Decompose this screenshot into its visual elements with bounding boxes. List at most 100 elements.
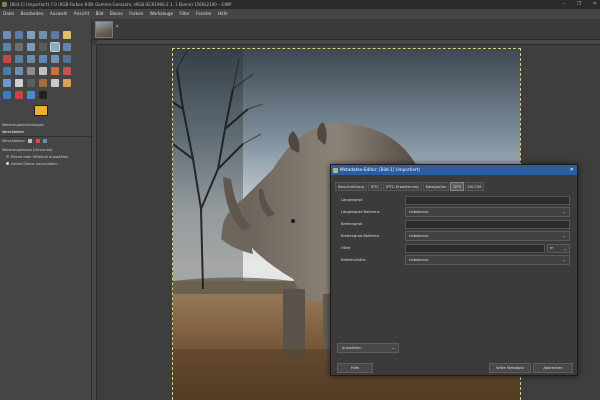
menu-hilfe[interactable]: Hilfe xyxy=(218,11,228,16)
measure-tool-icon[interactable] xyxy=(39,43,47,51)
toolbox-panel: Werkzeugeinstellungen Verschieben Versch… xyxy=(0,19,92,400)
help-button[interactable]: Hilfe xyxy=(337,363,373,373)
auswaehlen-label: Auswählen xyxy=(342,346,362,350)
paintbrush-tool-icon[interactable] xyxy=(63,67,71,75)
breitengrad-input[interactable] xyxy=(405,220,570,229)
free-select-tool-icon[interactable] xyxy=(27,31,35,39)
perspective-tool-icon[interactable] xyxy=(51,55,59,63)
ink-tool-icon[interactable] xyxy=(27,79,35,87)
dialog-title-bar[interactable]: Metadaten-Editor: [Bild-1] (importiert) … xyxy=(331,165,577,175)
menu-ebene[interactable]: Ebene xyxy=(110,11,123,16)
referenzhoehe-label: Referenzhöhe xyxy=(341,258,366,262)
color-picker-tool-icon[interactable] xyxy=(15,43,23,51)
laengengrad-ref-label: Längengrad-Referenz xyxy=(341,210,380,214)
scale-tool-icon[interactable] xyxy=(27,55,35,63)
zoom-tool-icon[interactable] xyxy=(27,43,35,51)
metadata-tabs: Beschreibung IPTC IPTC-Erweiterung Kategori… xyxy=(335,182,485,191)
path-mode-icon[interactable] xyxy=(42,139,47,143)
radio-pick-layer[interactable]: Ebene oder Hilfslinie auswählen xyxy=(2,155,68,159)
radio-selected-icon[interactable] xyxy=(6,162,9,165)
menu-datei[interactable]: Datei xyxy=(3,11,14,16)
window-title-bar: [Bild-1] (importiert)-7.0 (RGB-Farben 8-… xyxy=(0,0,600,9)
chevron-down-icon: ⌄ xyxy=(562,209,566,214)
menu-werkzeuge[interactable]: Werkzeuge xyxy=(150,11,173,16)
dodge-burn-tool-icon[interactable] xyxy=(15,91,23,99)
radio-icon[interactable] xyxy=(6,155,9,158)
color-swatches[interactable] xyxy=(34,105,56,123)
tab-beschreibung[interactable]: Beschreibung xyxy=(335,182,367,191)
move-tool-icon[interactable] xyxy=(50,42,60,52)
bucket-fill-tool-icon[interactable] xyxy=(63,79,71,87)
menu-bild[interactable]: Bild xyxy=(96,11,104,16)
radio-move-active-label: Aktive Ebene verschieben xyxy=(11,162,58,166)
tab-kategorien[interactable]: Kategorien xyxy=(422,182,450,191)
laengengrad-ref-value: Unbekannt xyxy=(409,210,429,214)
selection-mode-icon[interactable] xyxy=(35,139,40,143)
rotate-tool-icon[interactable] xyxy=(15,55,23,63)
clone-tool-icon[interactable] xyxy=(39,79,47,87)
hoehe-label: Höhe xyxy=(341,246,351,250)
move-option-text: Verschieben: xyxy=(2,139,26,143)
minimize-icon[interactable]: – xyxy=(563,1,566,7)
tab-iptc[interactable]: IPTC xyxy=(367,182,383,191)
align-tool-icon[interactable] xyxy=(63,43,71,51)
close-image-icon[interactable]: ✕ xyxy=(115,24,119,30)
menu-fenster[interactable]: Fenster xyxy=(196,11,212,16)
gradient-tool-icon[interactable] xyxy=(3,91,11,99)
airbrush-tool-icon[interactable] xyxy=(15,79,23,87)
cancel-button[interactable]: Abbrechen xyxy=(533,363,573,373)
gimp-icon xyxy=(2,2,7,7)
paths-tool-icon[interactable] xyxy=(3,43,11,51)
foreground-select-tool-icon[interactable] xyxy=(63,31,71,39)
laengengrad-ref-select[interactable]: Unbekannt ⌄ xyxy=(405,207,570,217)
menu-bar: Datei Bearbeiten Auswahl Ansicht Bild Eb… xyxy=(0,9,600,19)
auswaehlen-dropdown[interactable]: Auswählen ⌄ xyxy=(337,343,399,353)
window-title: [Bild-1] (importiert)-7.0 (RGB-Farben 8-… xyxy=(10,2,232,7)
radio-move-active[interactable]: Aktive Ebene verschieben xyxy=(2,162,58,166)
dialog-close-icon[interactable]: ✕ xyxy=(570,165,574,175)
scissors-tool-icon[interactable] xyxy=(51,31,59,39)
breitengrad-label: Breitengrad xyxy=(341,222,363,226)
menu-bearbeiten[interactable]: Bearbeiten xyxy=(21,11,44,16)
menu-auswahl[interactable]: Auswahl xyxy=(50,11,68,16)
close-window-icon[interactable]: ✕ xyxy=(593,1,597,7)
dialog-icon xyxy=(333,167,338,173)
layer-mode-icon[interactable] xyxy=(28,139,33,143)
hoehe-input[interactable] xyxy=(405,244,545,253)
maximize-icon[interactable]: ❐ xyxy=(577,1,581,7)
tool-options-name: Verschieben xyxy=(2,130,24,134)
referenzhoehe-select[interactable]: Unbekannt ⌄ xyxy=(405,255,570,265)
blur-tool-icon[interactable] xyxy=(27,91,35,99)
foreground-color-swatch[interactable] xyxy=(34,105,48,116)
breitengrad-ref-select[interactable]: Unbekannt ⌄ xyxy=(405,231,570,241)
eraser-tool-icon[interactable] xyxy=(3,79,11,87)
mypaint-tool-icon[interactable] xyxy=(39,91,47,99)
text-tool-icon[interactable] xyxy=(27,67,35,75)
cage-tool-icon[interactable] xyxy=(3,67,11,75)
tab-gps[interactable]: GPS xyxy=(450,182,465,191)
tab-iptc-erweiterung[interactable]: IPTC-Erweiterung xyxy=(383,182,422,191)
tool-mode-toggle-label: Werkzeugmodus (Umschalt) xyxy=(2,148,53,152)
ellipse-select-tool-icon[interactable] xyxy=(15,31,23,39)
laengengrad-input[interactable] xyxy=(405,196,570,205)
fuzzy-select-tool-icon[interactable] xyxy=(39,31,47,39)
menu-farben[interactable]: Farben xyxy=(129,11,143,16)
smudge-tool-icon[interactable] xyxy=(51,79,59,87)
tab-dicom[interactable]: DICOM xyxy=(465,182,484,191)
write-metadata-button[interactable]: Write Metadata xyxy=(489,363,531,373)
crop-tool-icon[interactable] xyxy=(3,55,11,63)
radio-pick-layer-label: Ebene oder Hilfslinie auswählen xyxy=(11,155,69,159)
hoehe-unit-select[interactable]: m ⌄ xyxy=(547,244,570,253)
flip-tool-icon[interactable] xyxy=(63,55,71,63)
warp-tool-icon[interactable] xyxy=(15,67,23,75)
heal-tool-icon[interactable] xyxy=(39,67,47,75)
rect-select-tool-icon[interactable] xyxy=(3,31,11,39)
pencil-tool-icon[interactable] xyxy=(51,67,59,75)
metadata-editor-dialog: Metadaten-Editor: [Bild-1] (importiert) … xyxy=(330,164,578,376)
window-controls: – ❐ ✕ xyxy=(553,0,597,9)
menu-ansicht[interactable]: Ansicht xyxy=(74,11,89,16)
image-thumbnail[interactable] xyxy=(95,21,113,38)
panel-divider xyxy=(0,136,92,137)
menu-filter[interactable]: Filter xyxy=(179,11,189,16)
shear-tool-icon[interactable] xyxy=(39,55,47,63)
